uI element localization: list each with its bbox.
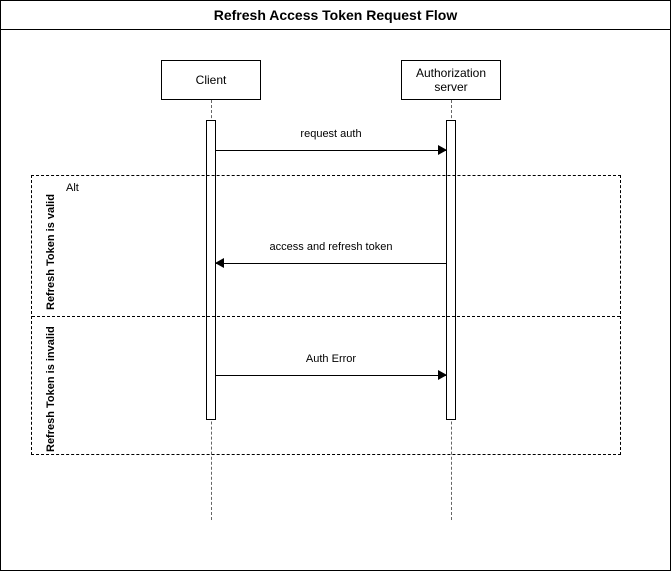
title-bar: Refresh Access Token Request Flow xyxy=(1,1,670,30)
alt-divider xyxy=(32,316,620,317)
message-auth-error: Auth Error xyxy=(216,367,446,385)
arrow-right-icon xyxy=(438,145,447,155)
message-access-refresh: access and refresh token xyxy=(216,255,446,273)
message-request-auth-label: request auth xyxy=(216,128,446,140)
message-line xyxy=(216,150,446,151)
participant-client: Client xyxy=(161,60,261,100)
diagram-canvas: Client Authorization server request auth… xyxy=(1,30,670,571)
diagram-title: Refresh Access Token Request Flow xyxy=(214,7,458,23)
diagram-frame: Refresh Access Token Request Flow Client… xyxy=(0,0,671,571)
alt-fragment: Alt xyxy=(31,175,621,455)
arrow-right-icon xyxy=(438,370,447,380)
message-line xyxy=(216,375,446,376)
message-line xyxy=(216,263,446,264)
alt-guard-invalid: Refresh Token is invalid xyxy=(45,326,57,452)
message-auth-error-label: Auth Error xyxy=(216,353,446,365)
participant-client-label: Client xyxy=(196,73,227,87)
alt-keyword: Alt xyxy=(66,182,79,194)
message-access-refresh-label: access and refresh token xyxy=(216,241,446,253)
message-request-auth: request auth xyxy=(216,142,446,160)
arrow-left-icon xyxy=(215,258,224,268)
participant-auth-server: Authorization server xyxy=(401,60,501,100)
participant-auth-server-label: Authorization server xyxy=(404,66,498,95)
alt-guard-valid: Refresh Token is valid xyxy=(45,194,57,310)
